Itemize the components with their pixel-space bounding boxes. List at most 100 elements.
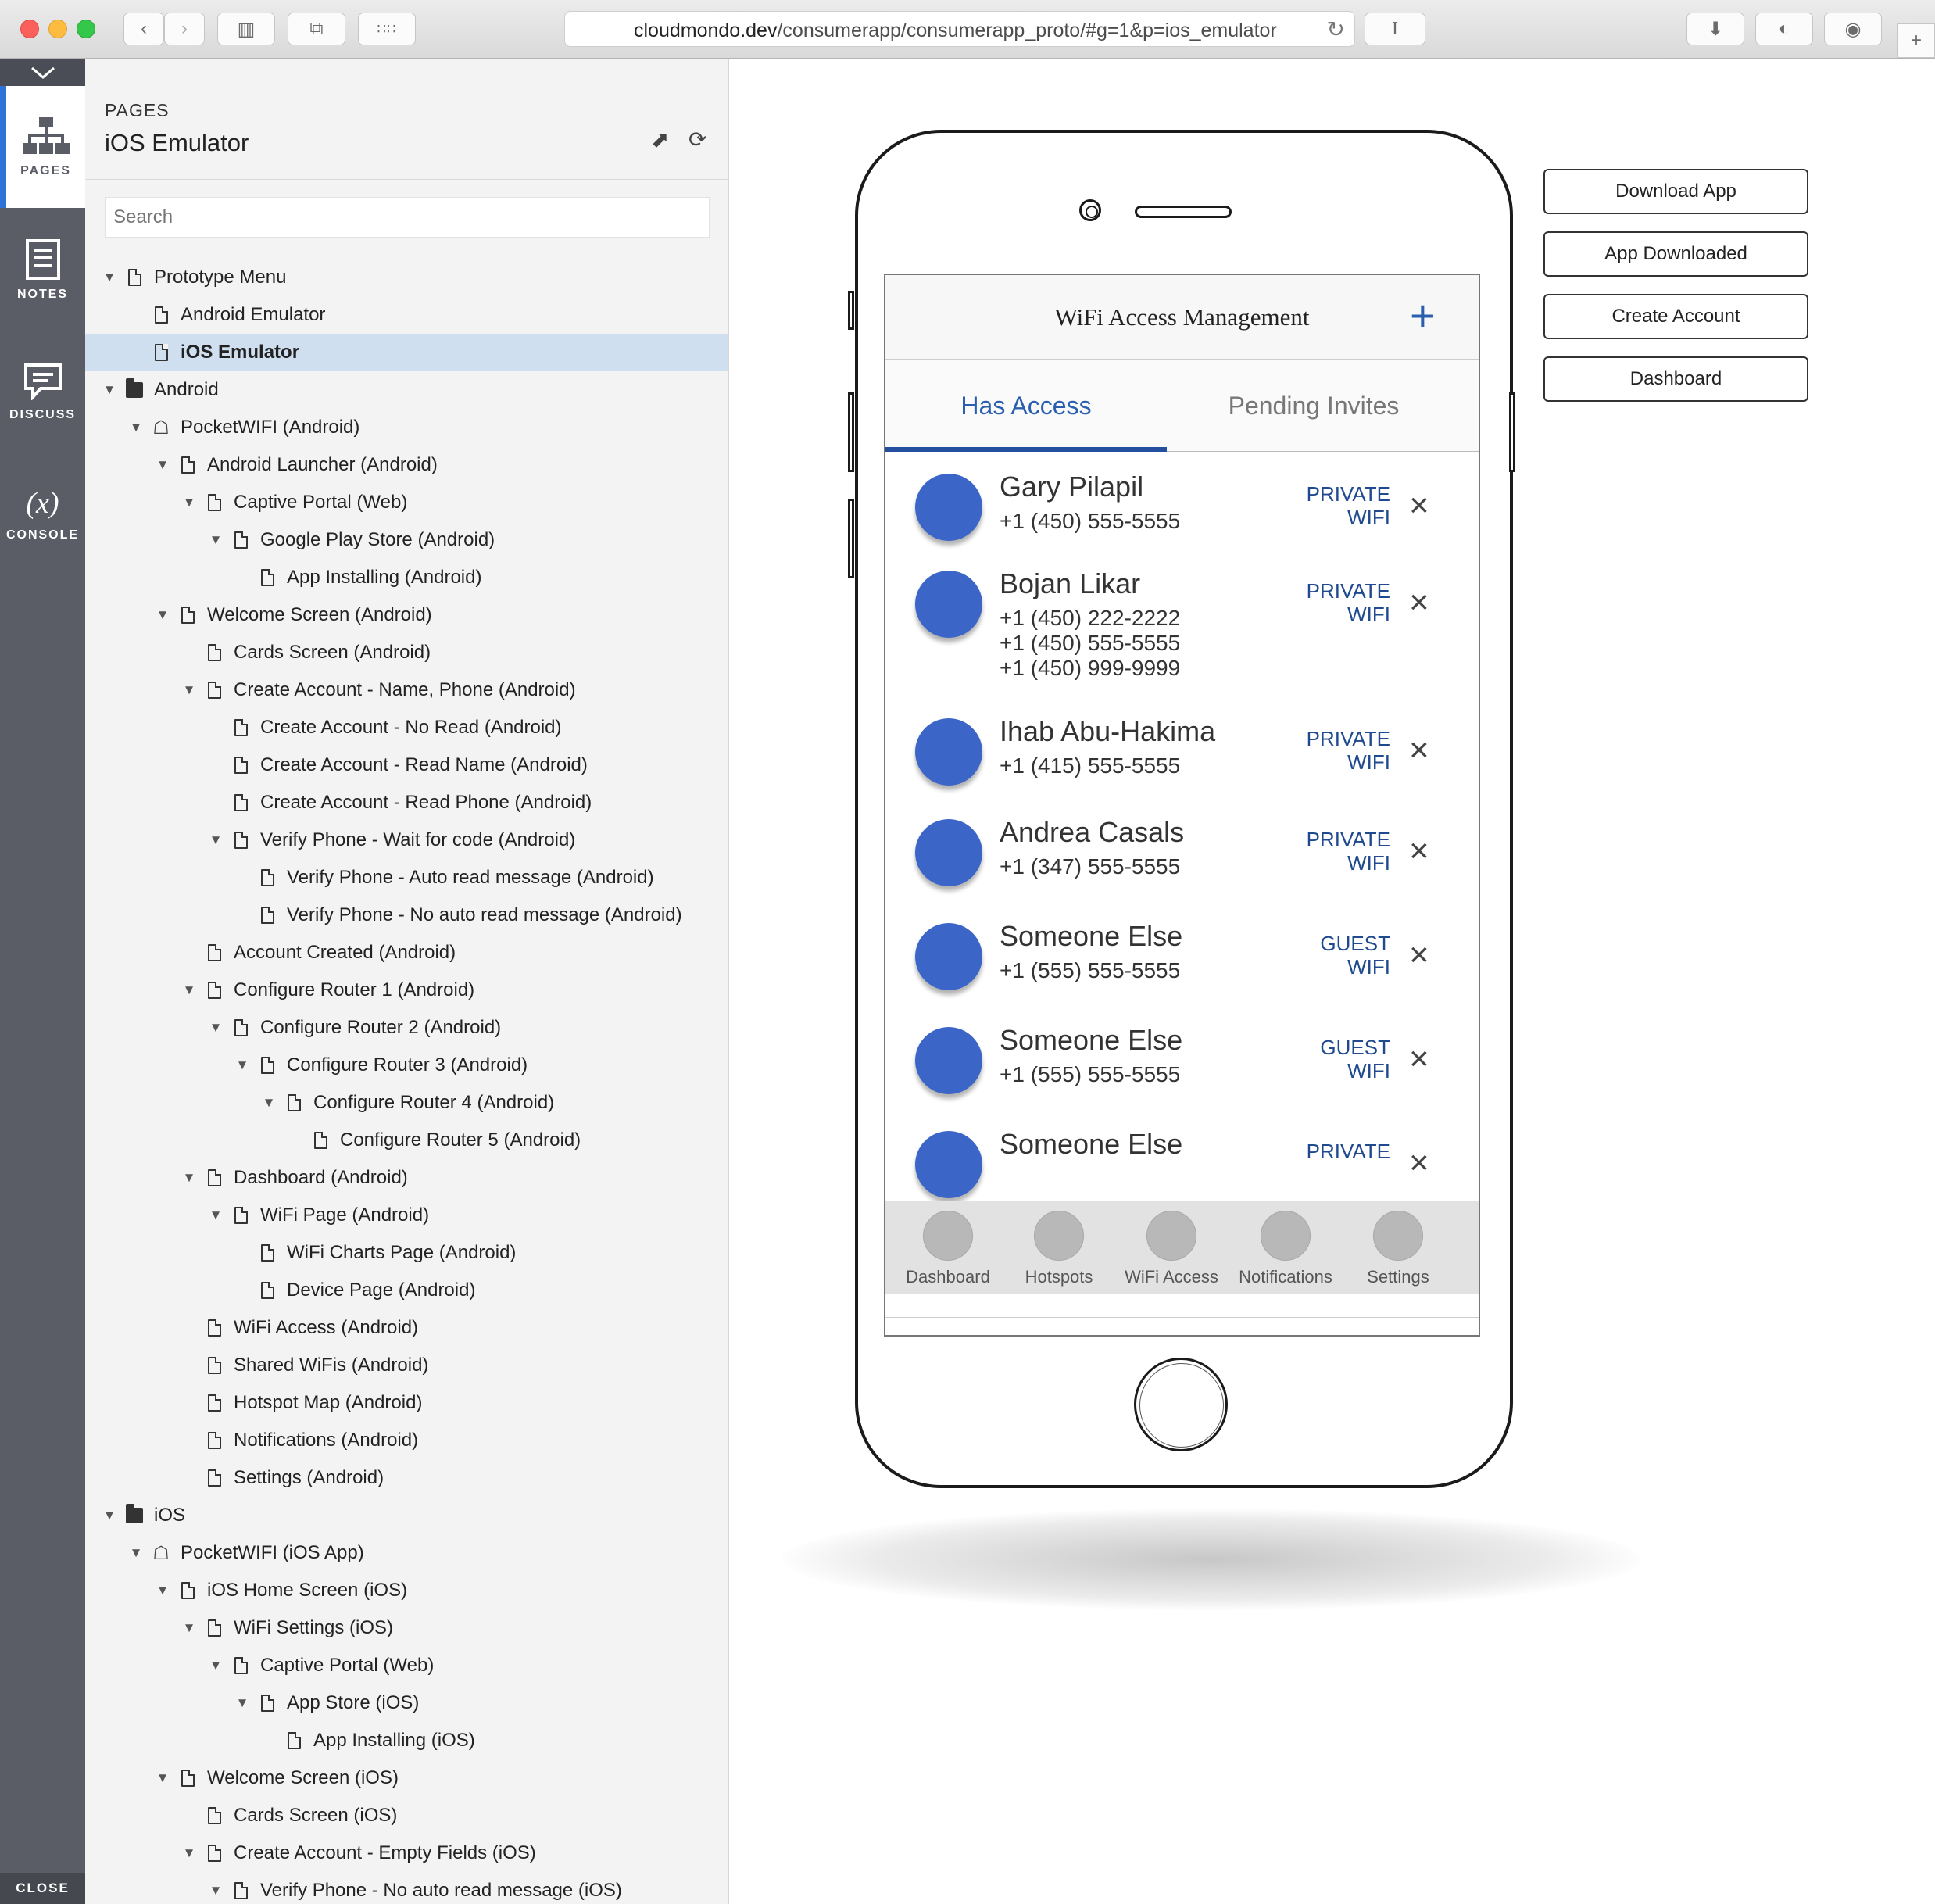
tab-overview-button[interactable]: ⧉	[288, 13, 345, 45]
expand-caret-icon[interactable]: ▼	[99, 382, 120, 398]
tree-item[interactable]: WiFi Access (Android)	[85, 1309, 728, 1347]
reader-button[interactable]: I	[1365, 13, 1425, 45]
tree-item[interactable]: ▼ Google Play Store (Android)	[85, 521, 728, 559]
tree-item[interactable]: App Installing (Android)	[85, 559, 728, 596]
pages-search-input[interactable]	[105, 197, 710, 238]
tree-item[interactable]: Configure Router 5 (Android)	[85, 1122, 728, 1159]
rail-notes-tab[interactable]: NOTES	[0, 209, 85, 331]
tree-item[interactable]: ▼ Welcome Screen (iOS)	[85, 1759, 728, 1797]
tree-item[interactable]: Verify Phone - No auto read message (And…	[85, 897, 728, 934]
expand-caret-icon[interactable]: ▼	[179, 495, 199, 510]
expand-caret-icon[interactable]: ▼	[179, 1170, 199, 1186]
remove-access-icon[interactable]: ×	[1409, 585, 1429, 620]
phone-home-button[interactable]	[1134, 1358, 1228, 1451]
tree-item[interactable]: Account Created (Android)	[85, 934, 728, 972]
remove-access-icon[interactable]: ×	[1409, 489, 1429, 523]
create-account-button[interactable]: Create Account	[1543, 294, 1808, 339]
tree-item[interactable]: Settings (Android)	[85, 1459, 728, 1497]
tree-item[interactable]: Create Account - Read Name (Android)	[85, 746, 728, 784]
tree-item[interactable]: Device Page (Android)	[85, 1272, 728, 1309]
tab-pending-invites[interactable]: Pending Invites	[1173, 360, 1454, 452]
tree-item[interactable]: ▼ Dashboard (Android)	[85, 1159, 728, 1197]
locate-page-icon[interactable]: ⟳	[689, 127, 706, 152]
expand-caret-icon[interactable]: ▼	[152, 1583, 173, 1598]
expand-caret-icon[interactable]: ▼	[126, 1545, 146, 1561]
expand-caret-icon[interactable]: ▼	[206, 832, 226, 848]
tree-item[interactable]: ▼ iOS Home Screen (iOS)	[85, 1572, 728, 1609]
remove-access-icon[interactable]: ×	[1409, 733, 1429, 768]
contact-row[interactable]: Bojan Likar +1 (450) 222-2222 +1 (450) 555…	[885, 549, 1479, 698]
expand-caret-icon[interactable]: ▼	[152, 1770, 173, 1786]
address-bar[interactable]: cloudmondo.dev/consumerapp/consumerapp_p…	[564, 11, 1355, 47]
expand-caret-icon[interactable]: ▼	[99, 270, 120, 285]
tree-item[interactable]: ▼ Create Account - Empty Fields (iOS)	[85, 1834, 728, 1872]
tree-item[interactable]: Create Account - Read Phone (Android)	[85, 784, 728, 821]
zoom-window-button[interactable]	[77, 20, 95, 38]
tree-item[interactable]: WiFi Charts Page (Android)	[85, 1234, 728, 1272]
contact-row[interactable]: Someone Else PRIVATE ×	[885, 1110, 1479, 1203]
tab-has-access[interactable]: Has Access	[885, 360, 1167, 452]
tree-item[interactable]: ▼ Create Account - Name, Phone (Android)	[85, 671, 728, 709]
back-button[interactable]: ‹	[123, 13, 164, 45]
tree-item[interactable]: ▼ Android	[85, 371, 728, 409]
download-app-button[interactable]: Download App	[1543, 169, 1808, 214]
tabbar-item[interactable]: Hotspots	[1000, 1201, 1118, 1294]
tree-item[interactable]: ▼ WiFi Settings (iOS)	[85, 1609, 728, 1647]
tree-item[interactable]: iOS Emulator	[85, 334, 728, 371]
dashboard-button[interactable]: Dashboard	[1543, 356, 1808, 402]
expand-caret-icon[interactable]: ▼	[152, 457, 173, 473]
app-downloaded-button[interactable]: App Downloaded	[1543, 231, 1808, 277]
tree-item[interactable]: Hotspot Map (Android)	[85, 1384, 728, 1422]
tree-item[interactable]: ▼ App Store (iOS)	[85, 1684, 728, 1722]
expand-caret-icon[interactable]: ▼	[232, 1695, 252, 1711]
tree-item[interactable]: ▼ Configure Router 2 (Android)	[85, 1009, 728, 1047]
expand-caret-icon[interactable]: ▼	[206, 1883, 226, 1899]
tabbar-item[interactable]: Notifications	[1227, 1201, 1344, 1294]
tree-item[interactable]: Notifications (Android)	[85, 1422, 728, 1459]
expand-caret-icon[interactable]: ▼	[126, 420, 146, 435]
tree-item[interactable]: ▼ Configure Router 4 (Android)	[85, 1084, 728, 1122]
minimize-window-button[interactable]	[48, 20, 67, 38]
tree-item[interactable]: ▼ Configure Router 1 (Android)	[85, 972, 728, 1009]
apps-grid-button[interactable]: ∷∷	[358, 13, 416, 45]
reload-icon[interactable]: ↻	[1327, 16, 1345, 42]
expand-caret-icon[interactable]: ▼	[206, 1020, 226, 1036]
tree-item[interactable]: ▼ Captive Portal (Web)	[85, 1647, 728, 1684]
tabbar-item[interactable]: WiFi Access	[1113, 1201, 1230, 1294]
expand-caret-icon[interactable]: ▼	[206, 1658, 226, 1673]
tree-item[interactable]: ▼ ☖ PocketWIFI (iOS App)	[85, 1534, 728, 1572]
screenshot-extension-button[interactable]: ◉	[1824, 13, 1882, 45]
open-external-icon[interactable]: ⬈	[651, 127, 669, 152]
remove-access-icon[interactable]: ×	[1409, 1146, 1429, 1180]
tree-item[interactable]: ▼ Android Launcher (Android)	[85, 446, 728, 484]
tree-item[interactable]: ▼ iOS	[85, 1497, 728, 1534]
tree-item[interactable]: ▼ WiFi Page (Android)	[85, 1197, 728, 1234]
expand-caret-icon[interactable]: ▼	[259, 1095, 279, 1111]
tree-item[interactable]: Shared WiFis (Android)	[85, 1347, 728, 1384]
tree-item[interactable]: ▼ Verify Phone - Wait for code (Android)	[85, 821, 728, 859]
tree-item[interactable]: ▼ Captive Portal (Web)	[85, 484, 728, 521]
expand-caret-icon[interactable]: ▼	[179, 982, 199, 998]
tabbar-item[interactable]: Dashboard	[889, 1201, 1007, 1294]
tree-item[interactable]: Verify Phone - Auto read message (Androi…	[85, 859, 728, 897]
add-contact-button[interactable]: +	[1410, 294, 1436, 338]
remove-access-icon[interactable]: ×	[1409, 1042, 1429, 1076]
close-panel-button[interactable]: CLOSE	[0, 1873, 85, 1904]
rail-discuss-tab[interactable]: DISCUSS	[0, 331, 85, 453]
toggle-extension-button[interactable]: ◐	[1755, 13, 1813, 45]
tree-item[interactable]: ▼ Prototype Menu	[85, 259, 728, 296]
forward-button[interactable]: ›	[164, 13, 205, 45]
remove-access-icon[interactable]: ×	[1409, 834, 1429, 868]
expand-caret-icon[interactable]: ▼	[179, 682, 199, 698]
tree-item[interactable]: ▼ ☖ PocketWIFI (Android)	[85, 409, 728, 446]
tabbar-item[interactable]: Settings	[1339, 1201, 1457, 1294]
tree-item[interactable]: App Installing (iOS)	[85, 1722, 728, 1759]
expand-caret-icon[interactable]: ▼	[152, 607, 173, 623]
remove-access-icon[interactable]: ×	[1409, 938, 1429, 972]
tree-item[interactable]: Android Emulator	[85, 296, 728, 334]
close-window-button[interactable]	[20, 20, 39, 38]
rail-console-tab[interactable]: (x) CONSOLE	[0, 453, 85, 575]
expand-caret-icon[interactable]: ▼	[179, 1620, 199, 1636]
collapse-rail-button[interactable]	[0, 59, 85, 86]
expand-caret-icon[interactable]: ▼	[206, 532, 226, 548]
